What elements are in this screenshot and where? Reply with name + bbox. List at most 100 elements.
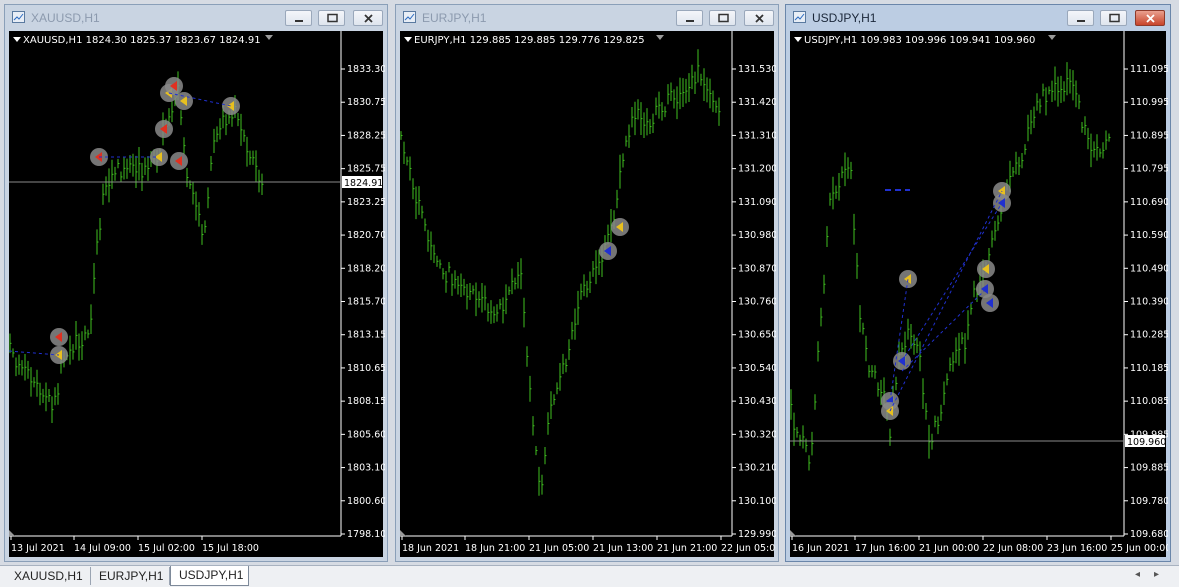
close-button[interactable]	[744, 10, 774, 26]
ohlc-info: XAUUSD,H1 1824.30 1825.37 1823.67 1824.9…	[23, 35, 261, 46]
trade-markers	[881, 182, 1011, 420]
x-axis-label: 25 Jun 00:00	[1111, 543, 1168, 554]
shift-marker-icon	[656, 35, 664, 40]
minimize-button[interactable]	[676, 10, 703, 26]
y-axis-label: 110.285	[1130, 330, 1168, 341]
x-axis-label: 15 Jul 18:00	[202, 543, 259, 554]
minimize-icon	[1077, 20, 1085, 22]
x-axis-label: 15 Jul 02:00	[138, 543, 195, 554]
chart-plot[interactable]: 111.095 110.995 110.895 110.795 110.690 110.5…	[790, 31, 1168, 555]
chart-plot[interactable]: 131.530 131.420 131.310 131.200 131.090 130.9…	[400, 31, 776, 555]
y-axis-label: 1813.15	[347, 330, 385, 341]
ohlc-info: USDJPY,H1 109.983 109.996 109.941 109.96…	[804, 35, 1036, 46]
chart-plot[interactable]: 1833.30 1830.75 1828.25 1825.75 1823.25 1820.…	[9, 31, 385, 555]
y-axis-label: 1830.75	[347, 97, 385, 108]
y-axis-label: 1808.15	[347, 396, 385, 407]
x-axis-label: 23 Jun 16:00	[1047, 543, 1107, 554]
maximize-button[interactable]	[1100, 10, 1127, 26]
close-icon	[364, 14, 373, 23]
window-titlebar[interactable]: XAUUSD,H1	[5, 5, 387, 31]
chart-info-line: USDJPY,H1 109.983 109.996 109.941 109.96…	[794, 35, 1036, 46]
trade-link-line	[9, 92, 232, 356]
close-button[interactable]	[353, 10, 383, 26]
shift-marker-icon	[1048, 35, 1056, 40]
dropdown-triangle-icon[interactable]	[404, 37, 412, 42]
chart-window-usdjpy[interactable]: USDJPY,H1 111.095 110.995 110.895 110.795 11…	[785, 4, 1171, 562]
y-axis-label: 130.980	[738, 230, 776, 241]
minimize-button[interactable]	[285, 10, 312, 26]
window-title: XAUUSD,H1	[31, 11, 100, 25]
chart-window-xauusd[interactable]: XAUUSD,H1 1833.30 1830.75 1828.25 1825.75 18…	[4, 4, 388, 562]
x-axis-label: 22 Jun 05:00	[721, 543, 776, 554]
price-chart[interactable]: 1833.30 1830.75 1828.25 1825.75 1823.25 1820.…	[9, 31, 385, 557]
y-axis-label: 110.690	[1130, 197, 1168, 208]
x-axis-label: 18 Jun 21:00	[465, 543, 525, 554]
price-chart[interactable]: 131.530 131.420 131.310 131.200 131.090 130.9…	[400, 31, 776, 557]
minimize-button[interactable]	[1067, 10, 1094, 26]
shift-marker-icon	[265, 35, 273, 40]
y-axis-label: 130.760	[738, 297, 776, 308]
window-titlebar[interactable]: EURJPY,H1	[396, 5, 778, 31]
price-bars	[790, 62, 1111, 471]
price-chart[interactable]: 111.095 110.995 110.895 110.795 110.690 110.5…	[790, 31, 1168, 557]
y-axis-label: 131.420	[738, 97, 776, 108]
y-axis-label: 130.870	[738, 263, 776, 274]
y-axis-label: 110.390	[1130, 297, 1168, 308]
y-axis-label: 131.310	[738, 130, 776, 141]
window-titlebar[interactable]: USDJPY,H1	[786, 5, 1170, 31]
scroll-left-icon[interactable]: ◂	[1135, 569, 1154, 580]
tab-eurjpy[interactable]: EURJPY,H1	[91, 567, 170, 585]
chart-tab-bar: XAUUSD,H1 EURJPY,H1 USDJPY,H1 ◂▸	[0, 565, 1179, 587]
y-axis-label: 110.590	[1130, 230, 1168, 241]
chart-window-icon	[403, 11, 416, 23]
y-axis-label: 111.095	[1130, 64, 1168, 75]
y-axis-label: 1803.10	[347, 463, 385, 474]
y-axis-label: 1798.10	[347, 529, 385, 540]
dropdown-triangle-icon[interactable]	[794, 37, 802, 42]
x-axis-label: 18 Jun 2021	[402, 543, 459, 554]
x-axis-label: 16 Jun 2021	[792, 543, 849, 554]
window-title: EURJPY,H1	[422, 11, 487, 25]
y-axis-label: 1800.60	[347, 496, 385, 507]
tab-usdjpy[interactable]: USDJPY,H1	[170, 566, 249, 586]
y-axis-label: 1828.25	[347, 130, 385, 141]
minimize-icon	[295, 20, 303, 22]
dropdown-triangle-icon[interactable]	[13, 37, 21, 42]
y-axis-label: 109.780	[1130, 496, 1168, 507]
scroll-corner-icon	[400, 530, 406, 536]
x-axis-label: 17 Jun 16:00	[855, 543, 915, 554]
y-axis-label: 130.100	[738, 496, 776, 507]
scroll-corner-icon	[790, 530, 796, 536]
y-axis-label: 110.490	[1130, 263, 1168, 274]
tab-scroll-arrows[interactable]: ◂▸	[1135, 569, 1173, 580]
y-axis-label: 129.990	[738, 529, 776, 540]
y-axis-label: 1823.25	[347, 197, 385, 208]
x-axis-label: 13 Jul 2021	[11, 543, 65, 554]
y-axis-label: 1815.70	[347, 297, 385, 308]
y-axis-label: 109.680	[1130, 529, 1168, 540]
y-axis-label: 130.540	[738, 363, 776, 374]
y-axis-label: 131.530	[738, 64, 776, 75]
tab-xauusd[interactable]: XAUUSD,H1	[6, 567, 91, 585]
y-axis-label: 109.885	[1130, 463, 1168, 474]
chart-window-eurjpy[interactable]: EURJPY,H1 131.530 131.420 131.310 131.200 13…	[395, 4, 779, 562]
y-axis-label: 130.650	[738, 330, 776, 341]
y-axis-label: 1833.30	[347, 64, 385, 75]
y-axis-label: 110.795	[1130, 164, 1168, 175]
y-axis-label: 1820.70	[347, 230, 385, 241]
maximize-button[interactable]	[318, 10, 345, 26]
y-axis-label: 130.210	[738, 463, 776, 474]
y-axis-label: 110.995	[1130, 97, 1168, 108]
y-axis-label: 1825.75	[347, 164, 385, 175]
x-axis-label: 21 Jun 21:00	[657, 543, 717, 554]
y-axis-label: 110.085	[1130, 396, 1168, 407]
x-axis-label: 21 Jun 13:00	[593, 543, 653, 554]
minimize-icon	[686, 20, 694, 22]
close-button[interactable]	[1135, 10, 1165, 26]
maximize-icon	[327, 13, 338, 23]
y-axis-label: 1810.65	[347, 363, 385, 374]
scroll-right-icon[interactable]: ▸	[1154, 569, 1173, 580]
x-axis-label: 21 Jun 05:00	[529, 543, 589, 554]
x-axis-label: 21 Jun 00:00	[919, 543, 979, 554]
maximize-button[interactable]	[709, 10, 736, 26]
